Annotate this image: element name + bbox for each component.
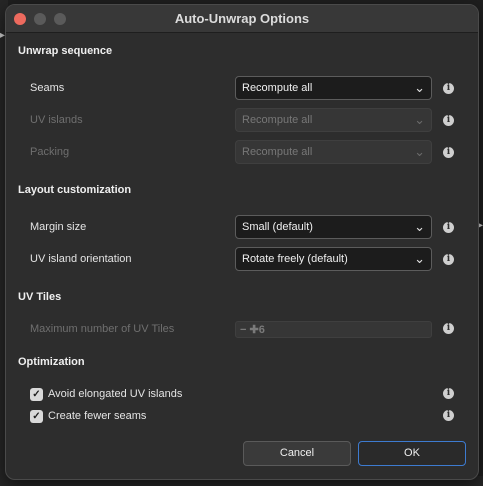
uv-island-orientation-label: UV island orientation (30, 253, 132, 265)
max-uv-tiles-stepper: − ✚6 (235, 321, 432, 338)
margin-size-label: Margin size (30, 221, 87, 233)
section-title-layout-customization: Layout customization (18, 184, 132, 196)
info-icon[interactable]: i (443, 115, 454, 126)
chevron-down-icon: ⌄ (414, 251, 425, 266)
chevron-down-icon: ⌄ (414, 144, 425, 159)
section-title-optimization: Optimization (18, 356, 85, 368)
max-uv-tiles-value: − ✚6 (240, 324, 265, 336)
seams-label: Seams (30, 82, 65, 94)
cancel-button[interactable]: Cancel (243, 441, 351, 466)
checkmark-icon: ✓ (32, 389, 41, 400)
packing-select-value: Recompute all (242, 146, 313, 158)
info-icon[interactable]: i (443, 410, 454, 421)
uv-island-orientation-select-value: Rotate freely (default) (242, 253, 348, 265)
uv-islands-label: UV islands (30, 114, 83, 126)
fewer-seams-checkbox[interactable]: ✓ (30, 410, 43, 423)
chevron-down-icon: ⌄ (414, 219, 425, 234)
title-bar: Auto-Unwrap Options (6, 5, 478, 33)
section-title-unwrap-sequence: Unwrap sequence (18, 45, 113, 57)
auto-unwrap-dialog: Auto-Unwrap Options Unwrap sequence Seam… (5, 4, 479, 480)
packing-select: Recompute all ⌄ (235, 140, 432, 164)
packing-label: Packing (30, 146, 70, 158)
info-icon[interactable]: i (443, 83, 454, 94)
avoid-elongated-label: Avoid elongated UV islands (48, 388, 183, 400)
seams-select[interactable]: Recompute all ⌄ (235, 76, 432, 100)
max-uv-tiles-label: Maximum number of UV Tiles (30, 323, 175, 335)
info-icon[interactable]: i (443, 388, 454, 399)
margin-size-select-value: Small (default) (242, 221, 313, 233)
uv-island-orientation-select[interactable]: Rotate freely (default) ⌄ (235, 247, 432, 271)
info-icon[interactable]: i (443, 254, 454, 265)
chevron-down-icon: ⌄ (414, 80, 425, 95)
ok-button[interactable]: OK (358, 441, 466, 466)
seams-select-value: Recompute all (242, 82, 313, 94)
info-icon[interactable]: i (443, 323, 454, 334)
uv-islands-select-value: Recompute all (242, 114, 313, 126)
info-icon[interactable]: i (443, 222, 454, 233)
fewer-seams-label: Create fewer seams (48, 410, 147, 422)
uv-islands-select: Recompute all ⌄ (235, 108, 432, 132)
avoid-elongated-checkbox[interactable]: ✓ (30, 388, 43, 401)
chevron-down-icon: ⌄ (414, 112, 425, 127)
info-icon[interactable]: i (443, 147, 454, 158)
margin-size-select[interactable]: Small (default) ⌄ (235, 215, 432, 239)
window-title: Auto-Unwrap Options (174, 11, 310, 26)
checkmark-icon: ✓ (32, 411, 41, 422)
section-title-uv-tiles: UV Tiles (18, 291, 62, 303)
